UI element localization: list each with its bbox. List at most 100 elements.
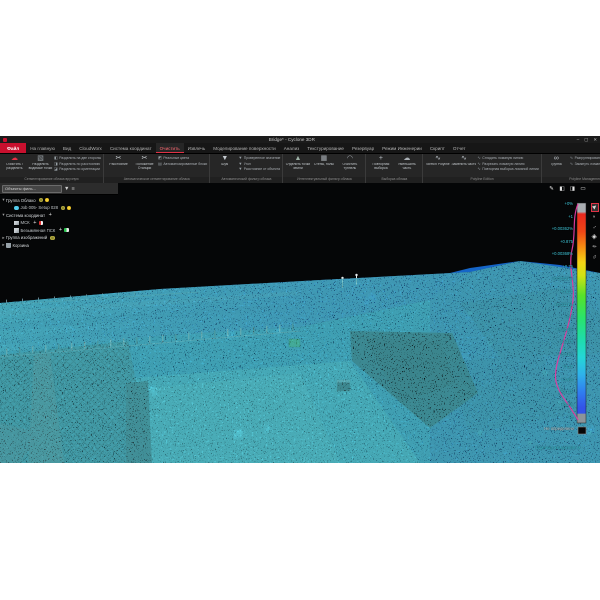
histogram-left[interactable]: ◧ <box>558 185 566 193</box>
menu-tab[interactable]: Моделирование поверхности <box>209 143 280 153</box>
ribbon-button-icon <box>554 155 559 163</box>
tree-mini-icon[interactable] <box>61 206 65 210</box>
tree-mini-icon[interactable] <box>50 236 54 240</box>
filter-funnel-icon[interactable]: ▼ <box>64 184 69 194</box>
menu-tab[interactable]: Скрипт <box>426 143 449 153</box>
ribbon-button[interactable]: Расстояние <box>106 155 131 167</box>
ribbon-small-button[interactable]: Разделить на две стороны <box>54 156 101 160</box>
view-toolbar: ▶ + ↔ ▣ ✎ ▱ <box>591 203 600 262</box>
tree-row[interactable]: ▾ Система координат <box>1 212 119 219</box>
edit-scale[interactable]: ✎ <box>548 185 556 193</box>
histogram-right[interactable]: ◨ <box>569 185 577 193</box>
tree-mini-icon[interactable] <box>48 213 52 217</box>
tree-item-label[interactable]: Корзина <box>13 243 29 248</box>
ribbon-small-button[interactable]: Разгруппировать ломаную линию <box>570 156 600 160</box>
menu-tab[interactable]: CloudWorx <box>75 143 106 153</box>
ribbon-small-button[interactable]: Разрезать ломаную линию <box>477 162 538 166</box>
menu-tab[interactable]: Извлечь <box>184 143 210 153</box>
eraser[interactable]: ▭ <box>579 185 587 193</box>
ribbon-small-button[interactable]: Разделить по расстоянию <box>54 162 101 166</box>
color-scale-labels: +0% +1 +0.00362% +0.875 +0.00368% +0.75 … <box>527 202 573 420</box>
scale-label: +0.125 <box>527 390 573 394</box>
ribbon-small-label: Проверенное значение <box>244 156 281 160</box>
ribbon-button[interactable]: Положение Станции <box>132 155 157 170</box>
ribbon-small-button[interactable]: Замкнуть ломаную линию <box>570 162 600 166</box>
maximize-icon[interactable]: ▢ <box>584 136 588 143</box>
ribbon-small-button[interactable]: Автоматизированные блоки <box>158 162 207 166</box>
menu-tab[interactable]: На главную <box>26 143 59 153</box>
menu-tab[interactable]: Резервуар <box>348 143 378 153</box>
tree-mini-icon[interactable] <box>39 198 43 202</box>
minimize-icon[interactable]: – <box>577 136 579 143</box>
ribbon-button[interactable]: Очистить / разделить <box>2 155 27 170</box>
tree-item-label[interactable]: Система координат <box>6 213 45 218</box>
tree-item-icon <box>6 243 11 248</box>
ribbon-button-label: Заменить часть <box>451 163 476 167</box>
tree-row[interactable]: Безымянная ПСК <box>1 227 119 234</box>
ribbon-button[interactable]: Уменьшить часть <box>394 155 419 170</box>
ribbon-small-label: Угол <box>244 162 251 166</box>
menu-tab[interactable]: Система координат <box>106 143 156 153</box>
tree-row[interactable]: ▸ Корзина <box>1 242 119 249</box>
ribbon-button[interactable]: Разделить видимые точки <box>28 155 53 170</box>
menu-tab[interactable]: Очистить <box>156 143 184 153</box>
ribbon-small-button[interactable]: Расстояние от объекта <box>238 167 280 171</box>
tree-item-label[interactable]: Job 005- Setup 028 <box>21 205 59 210</box>
ribbon-small-button[interactable]: Проверенное значение <box>238 156 280 160</box>
tree-item-label[interactable]: Группа Облако <box>6 198 36 203</box>
ribbon-button[interactable]: Заменить часть <box>451 155 476 167</box>
view[interactable]: ▣ <box>591 233 600 242</box>
tree-item-icon <box>14 206 19 211</box>
measure[interactable]: ↔ <box>591 223 600 232</box>
scale-label: +0.25 <box>527 365 573 369</box>
section[interactable]: ▱ <box>591 253 600 262</box>
tree-item-label[interactable]: МСК <box>21 220 30 225</box>
ribbon-button[interactable]: Очистить туннель <box>337 155 362 170</box>
scale-label: +0% <box>527 202 573 206</box>
tree-mini-icon[interactable] <box>58 228 62 232</box>
tree-item-label[interactable]: Безымянная ПСК <box>21 228 56 233</box>
ribbon-small-icon <box>570 162 573 166</box>
tree-mini-icon[interactable] <box>39 221 43 225</box>
ribbon-small-button[interactable]: Сгладить ломаную линию <box>477 156 538 160</box>
tree-row[interactable]: МСК <box>1 220 119 227</box>
ribbon-button[interactable]: Stretch Polyline <box>425 155 450 167</box>
ribbon-small-icon <box>54 156 58 160</box>
menu-tab[interactable]: Анализ <box>280 143 304 153</box>
ribbon-small-button[interactable]: Реальные цвета <box>158 156 207 160</box>
tree-mini-icon[interactable] <box>67 206 71 210</box>
ribbon-button[interactable]: Стены, полы <box>311 155 336 167</box>
tree-row[interactable]: ▸ Группа изображений <box>1 235 119 242</box>
viewport-3d[interactable]: Объекты филь... ▼ ≡ ▾ Группа Облако <box>0 183 600 463</box>
menu-tab[interactable]: Вид <box>59 143 75 153</box>
tree-mini-icon[interactable] <box>33 221 37 225</box>
tree-row[interactable]: Job 005- Setup 028 <box>1 205 119 212</box>
tree-mini-icon[interactable] <box>45 198 49 202</box>
ribbon-button-icon <box>116 155 122 163</box>
ribbon-button[interactable]: Шум <box>212 155 237 167</box>
menu-tab[interactable]: Файл <box>0 143 26 153</box>
ribbon-button-icon <box>142 155 148 163</box>
ribbon-button[interactable]: Группа <box>544 155 569 167</box>
objects-filter-input[interactable]: Объекты филь... <box>2 185 62 193</box>
close-icon[interactable]: ✕ <box>593 136 597 143</box>
ribbon-button-icon <box>37 155 44 163</box>
tree-mini-icon[interactable] <box>64 228 68 232</box>
ribbon-small-button[interactable]: Угол <box>238 162 280 166</box>
menu-tab[interactable]: Отчет <box>449 143 470 153</box>
scale-label: +0.625 <box>527 290 573 294</box>
scale-label: +0.6% <box>527 378 573 382</box>
menu-tab[interactable]: Режим Инженерии <box>378 143 426 153</box>
tree-row[interactable]: ▾ Группа Облако <box>1 197 119 204</box>
tree-item-label[interactable]: Группа изображений <box>6 235 47 240</box>
ribbon-small-button[interactable]: Разделить по ориентации <box>54 167 101 171</box>
ribbon-group: Очистить / разделить Разделить видимые т… <box>0 154 104 183</box>
pan[interactable]: + <box>591 213 600 222</box>
menu-tab[interactable]: Текстурирование <box>303 143 348 153</box>
ribbon-button[interactable]: Отделить точки земли <box>285 155 310 170</box>
panel-menu-icon[interactable]: ≡ <box>71 184 74 194</box>
draw[interactable]: ✎ <box>591 243 600 252</box>
ribbon-small-button[interactable]: Повторная выборка ломаной линии <box>477 167 538 171</box>
select[interactable]: ▶ <box>591 203 600 212</box>
ribbon-button[interactable]: Повторная выборка <box>368 155 393 170</box>
